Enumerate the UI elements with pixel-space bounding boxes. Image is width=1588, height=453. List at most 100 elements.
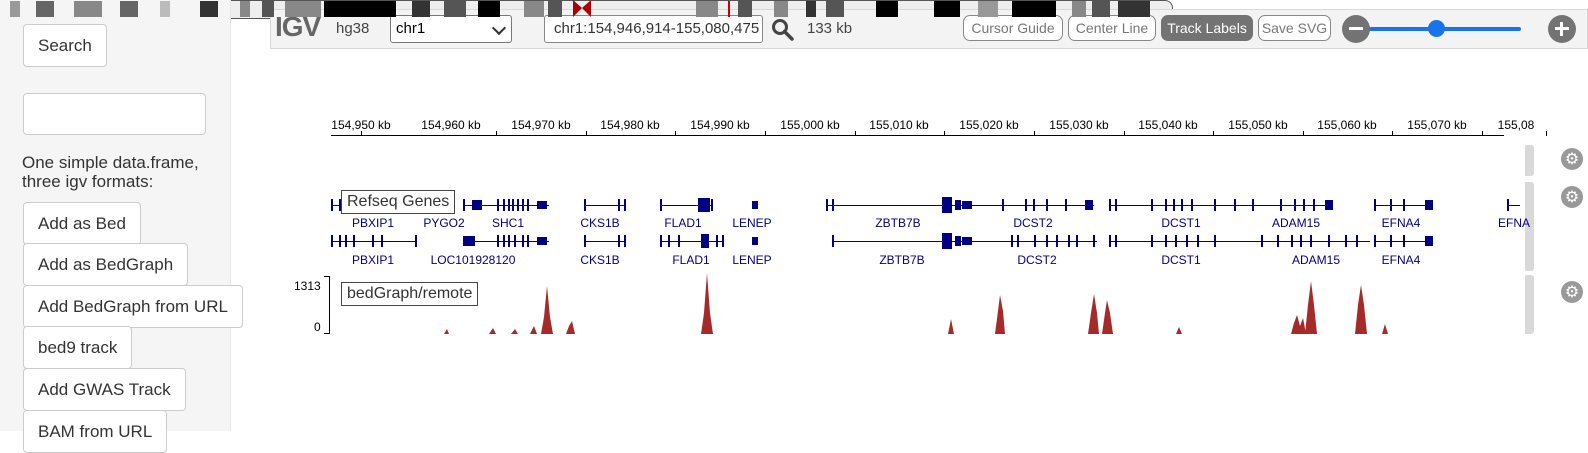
add-as-bed-button[interactable]: Add as Bed	[23, 202, 141, 245]
ruler-tick-label: 155,000 kb	[780, 118, 840, 132]
zoom-slider-thumb[interactable]	[1428, 20, 1445, 37]
gene-exon	[1280, 199, 1282, 211]
ruler-tick	[1546, 131, 1547, 136]
cursor-guide-toggle[interactable]: Cursor Guide	[963, 15, 1063, 41]
gene-exon	[1356, 235, 1358, 247]
ruler-tick-label: 154,960 kb	[421, 118, 481, 132]
gene-exon	[339, 235, 341, 247]
gene-exon	[1076, 235, 1078, 247]
bedgraph-scale-max: 1313	[294, 279, 321, 293]
text-input[interactable]	[23, 93, 206, 135]
ruler-tick-label: 155,08	[1497, 118, 1535, 132]
gene-exon	[1186, 235, 1188, 247]
gene-name-label: LENEP	[732, 216, 772, 230]
gene-exon	[832, 235, 834, 247]
centromere-icon	[573, 0, 591, 17]
gene-exon	[1425, 200, 1433, 210]
add-gwas-track-button[interactable]: Add GWAS Track	[23, 368, 186, 411]
gene-exon	[353, 235, 355, 247]
gene-name-label: DCST1	[1161, 216, 1201, 230]
gene-exon	[624, 235, 626, 247]
gene-exon	[372, 235, 374, 247]
gene-exon	[955, 236, 961, 246]
track-scrollbar[interactable]	[1525, 275, 1534, 334]
gene-exon	[698, 198, 710, 212]
ruler-tick-label: 155,040 kb	[1138, 118, 1198, 132]
gene-exon	[1115, 199, 1117, 211]
ruler-tick-label: 154,980 kb	[600, 118, 660, 132]
gear-icon[interactable]: ⚙	[1561, 148, 1583, 170]
gene-exon	[1507, 199, 1509, 211]
gene-exon	[522, 235, 524, 247]
gear-icon[interactable]: ⚙	[1561, 281, 1583, 303]
bed9-track-button[interactable]: bed9 track	[23, 326, 133, 369]
chromosome-select[interactable]: chr1	[390, 15, 512, 43]
gene-exon	[1214, 235, 1216, 247]
gene-name-label: FLAD1	[672, 253, 710, 267]
search-button[interactable]: Search	[23, 24, 107, 67]
gene-exon	[624, 199, 626, 211]
gene-exon	[752, 201, 758, 209]
gene-exon	[1303, 199, 1305, 211]
zoom-in-icon[interactable]	[1548, 15, 1576, 43]
zoom-out-icon[interactable]	[1342, 15, 1370, 43]
ruler-line	[331, 135, 1504, 136]
gene-name-label: EFNA4	[1381, 216, 1421, 230]
center-line-toggle[interactable]: Center Line	[1068, 15, 1156, 41]
save-svg-button[interactable]: Save SVG	[1258, 15, 1331, 41]
bedgraph-axis	[324, 276, 330, 334]
bedgraph-scale-min: 0	[314, 320, 321, 334]
gene-exon	[1151, 235, 1153, 247]
ruler-tick-label: 155,030 kb	[1049, 118, 1109, 132]
gene-name-label: CKS1B	[580, 216, 620, 230]
ruler-tick-label: 154,950 kb	[331, 118, 391, 132]
add-bedgraph-url-button[interactable]: Add BedGraph from URL	[23, 285, 243, 328]
gene-exon	[962, 201, 972, 209]
gene-exon	[1151, 199, 1153, 211]
bedgraph-plot	[444, 273, 1388, 334]
ruler-tick-label: 155,010 kb	[869, 118, 929, 132]
gear-icon[interactable]: ⚙	[1561, 186, 1583, 208]
gene-exon	[1165, 199, 1167, 211]
search-icon[interactable]	[771, 18, 794, 41]
track-labels-toggle[interactable]: Track Labels	[1161, 15, 1253, 41]
track-scrollbar[interactable]	[1525, 145, 1534, 176]
gene-exon	[832, 199, 834, 211]
genome-label: hg38	[336, 20, 370, 37]
gene-exon	[1175, 235, 1177, 247]
gene-exon	[345, 235, 347, 247]
gene-exon	[942, 233, 952, 249]
gene-exon	[584, 199, 586, 211]
gene-exon	[1017, 235, 1019, 247]
gene-exon	[826, 199, 828, 211]
gene-exon	[1165, 235, 1167, 247]
zoom-slider[interactable]	[1369, 27, 1521, 31]
sidebar-panel: Search One simple data.frame, three igv …	[0, 0, 243, 453]
add-as-bedgraph-button[interactable]: Add as BedGraph	[23, 243, 189, 286]
gene-exon	[1294, 199, 1296, 211]
locus-input[interactable]: chr1:154,946,914-155,080,475	[544, 15, 763, 43]
track-label-refseq[interactable]: Refseq Genes	[341, 190, 456, 214]
bam-from-url-button[interactable]: BAM from URL	[23, 410, 168, 453]
gene-exon	[508, 199, 510, 211]
gene-exon	[1025, 199, 1027, 211]
gene-exon	[1056, 235, 1058, 247]
gene-exon	[1425, 236, 1433, 246]
gene-exon	[722, 235, 724, 247]
gene-exon	[752, 237, 758, 245]
gene-exon	[508, 235, 510, 247]
gene-name-label: ADAM15	[1271, 216, 1321, 230]
gene-exon	[527, 235, 529, 247]
gene-exon	[618, 199, 620, 211]
gene-exon	[1214, 199, 1216, 211]
gene-name-label: SHC1	[491, 216, 525, 230]
track-label-bedgraph[interactable]: bedGraph/remote	[341, 282, 479, 306]
gene-exon	[1390, 199, 1392, 211]
gene-exon	[463, 199, 465, 211]
gene-exon	[503, 235, 505, 247]
gene-name-label: EFNA	[1497, 216, 1531, 230]
gene-exon	[1197, 235, 1199, 247]
gene-exon	[503, 199, 505, 211]
gene-exon	[522, 199, 524, 211]
gene-exon	[1173, 199, 1175, 211]
